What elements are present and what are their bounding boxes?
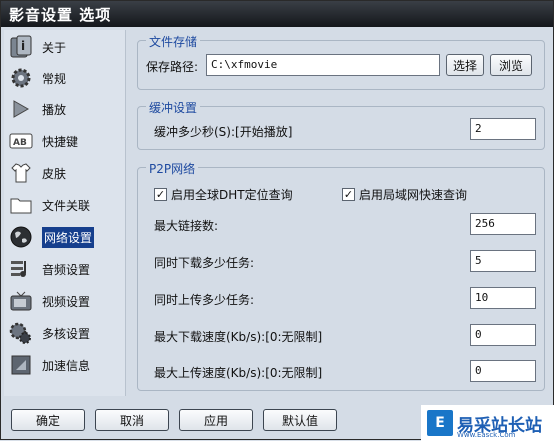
tv-icon: [8, 288, 34, 314]
buffer-seconds-label: 缓冲多少秒(S):[开始播放]: [154, 125, 293, 139]
sidebar-item-multicore[interactable]: 多核设置: [8, 318, 124, 348]
sidebar-item-label: 快捷键: [42, 134, 79, 149]
max-upload-speed-input[interactable]: 0: [470, 360, 536, 382]
sidebar-item-general[interactable]: 常规: [8, 63, 124, 93]
info-icon: i: [8, 34, 34, 60]
watermark-sub: Www.Easck.Com: [457, 431, 516, 439]
sidebar-item-label: 播放: [42, 102, 67, 117]
max-download-speed-label: 最大下载速度(Kb/s):[0:无限制]: [154, 330, 323, 344]
browse-button[interactable]: 浏览: [490, 54, 532, 76]
upload-tasks-input[interactable]: 10: [470, 287, 536, 309]
p2p-group-title: P2P网络: [146, 160, 199, 177]
sidebar-item-accel-info[interactable]: 加速信息: [8, 350, 124, 380]
sidebar-item-hotkeys[interactable]: AB 快捷键: [8, 126, 124, 156]
folder-icon: [8, 192, 34, 218]
cancel-button[interactable]: 取消: [95, 409, 169, 431]
upload-tasks-label: 同时上传多少任务:: [154, 293, 255, 307]
sidebar-item-label: 皮肤: [42, 166, 67, 181]
audio-icon: [8, 256, 34, 282]
settings-panel: 文件存储 保存路径: C:\xfmovie 选择 浏览 缓冲设置 缓冲多少秒(S…: [131, 30, 549, 396]
buffer-group-title: 缓冲设置: [146, 99, 201, 116]
svg-text:AB: AB: [13, 138, 27, 148]
watermark-logo: E: [427, 410, 453, 436]
lan-checkbox[interactable]: ✓: [342, 188, 355, 201]
sidebar-item-audio[interactable]: 音频设置: [8, 254, 124, 284]
max-connections-input[interactable]: 256: [470, 213, 536, 235]
sidebar-item-label: 音频设置: [42, 262, 91, 277]
sidebar-item-label: 多核设置: [42, 326, 91, 341]
settings-window: 影音设置 选项 i 关于 常规 播放 AB 快捷键 皮肤 文件关联 网络设置 音…: [0, 0, 554, 441]
sidebar-item-network[interactable]: 网络设置: [8, 222, 124, 252]
cpu-gear-icon: [8, 320, 34, 346]
max-connections-label: 最大链接数:: [154, 219, 219, 233]
svg-text:i: i: [21, 39, 25, 53]
play-icon: [8, 96, 34, 122]
dht-checkbox[interactable]: ✓: [154, 188, 167, 201]
buffer-seconds-input[interactable]: 2: [470, 118, 536, 140]
rocket-icon: [8, 352, 34, 378]
sidebar-item-label: 视频设置: [42, 294, 91, 309]
lan-option[interactable]: ✓ 启用局域网快速查询: [342, 186, 467, 203]
sidebar-item-label: 关于: [42, 40, 67, 55]
sidebar-item-video[interactable]: 视频设置: [8, 286, 124, 316]
default-button[interactable]: 默认值: [263, 409, 337, 431]
sidebar: i 关于 常规 播放 AB 快捷键 皮肤 文件关联 网络设置 音频设置 视频设置…: [4, 30, 126, 396]
title-bar: 影音设置 选项: [1, 1, 553, 27]
sidebar-item-file-assoc[interactable]: 文件关联: [8, 190, 124, 220]
gear-icon: [8, 65, 34, 91]
apply-button[interactable]: 应用: [179, 409, 253, 431]
shirt-icon: [8, 160, 34, 186]
max-download-speed-input[interactable]: 0: [470, 324, 536, 346]
sidebar-item-about[interactable]: i 关于: [8, 32, 124, 62]
download-tasks-input[interactable]: 5: [470, 250, 536, 272]
keyboard-icon: AB: [8, 128, 34, 154]
dht-option[interactable]: ✓ 启用全球DHT定位查询: [154, 186, 293, 203]
choose-button[interactable]: 选择: [446, 54, 484, 76]
sidebar-item-label: 网络设置: [42, 226, 95, 248]
watermark: E 易采站长站 Www.Easck.Com: [421, 405, 554, 441]
save-path-input[interactable]: C:\xfmovie: [206, 54, 440, 76]
storage-group-title: 文件存储: [146, 33, 201, 50]
sidebar-item-label: 加速信息: [42, 358, 91, 373]
p2p-group: P2P网络 ✓ 启用全球DHT定位查询 ✓ 启用局域网快速查询 最大链接数: 2…: [137, 160, 545, 391]
ok-button[interactable]: 确定: [11, 409, 85, 431]
download-tasks-label: 同时下载多少任务:: [154, 256, 255, 270]
dht-label: 启用全球DHT定位查询: [171, 188, 293, 202]
sidebar-item-label: 文件关联: [42, 198, 91, 213]
max-upload-speed-label: 最大上传速度(Kb/s):[0:无限制]: [154, 366, 323, 380]
sidebar-item-skin[interactable]: 皮肤: [8, 158, 124, 188]
lan-label: 启用局域网快速查询: [359, 188, 468, 202]
globe-icon: [8, 224, 34, 250]
storage-group: 文件存储 保存路径: C:\xfmovie 选择 浏览: [137, 33, 545, 90]
sidebar-item-playback[interactable]: 播放: [8, 94, 124, 124]
sidebar-item-label: 常规: [42, 71, 67, 86]
buffer-group: 缓冲设置 缓冲多少秒(S):[开始播放] 2: [137, 99, 545, 150]
save-path-label: 保存路径:: [146, 60, 199, 74]
